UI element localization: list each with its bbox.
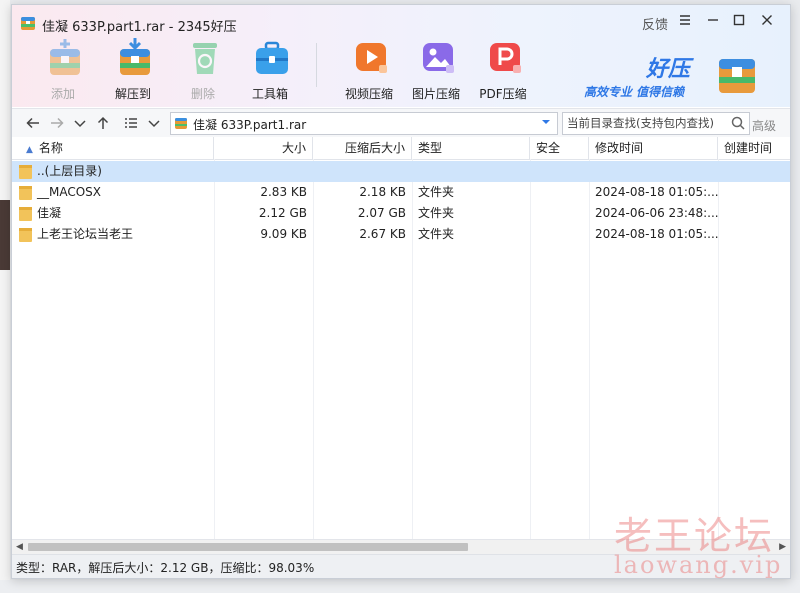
search-input[interactable] [567, 115, 717, 131]
status-text: 类型：RAR，解压后大小：2.12 GB，压缩比：98.03% [16, 561, 315, 575]
brand-slogan: 高效专业 值得信赖 [584, 85, 685, 99]
path-bar[interactable]: 佳凝 633P.part1.rar [170, 112, 558, 135]
table-row-parent-directory[interactable]: ..(上层目录) [12, 161, 790, 182]
image-compress-label: 图片压缩 [411, 87, 460, 101]
cell-packed-size: 2.18 KB [359, 185, 406, 199]
video-compress-label: 视频压缩 [344, 87, 393, 101]
add-archive-icon [50, 39, 80, 75]
cell-modified: 2024-06-06 23:48:... [595, 206, 718, 220]
cell-name: __MACOSX [37, 185, 102, 199]
cell-type: 文件夹 [418, 227, 455, 241]
table-row[interactable]: 佳凝 2.12 GB 2.07 GB 文件夹 2024-06-06 23:48:… [12, 203, 790, 224]
extract-to-button[interactable]: 解压到 [103, 35, 163, 103]
file-list: ▲ 名称 大小 压缩后大小 类型 安全 修改时间 创建时间 ..(上层目录) __… [12, 137, 790, 539]
maximize-icon [733, 14, 745, 26]
delete-button[interactable]: 删除 [173, 35, 233, 103]
path-dropdown-icon[interactable] [541, 117, 551, 127]
image-compress-icon [423, 43, 454, 73]
column-header-size[interactable]: 大小 [214, 137, 313, 159]
cell-type: 文件夹 [418, 206, 455, 220]
window-header: 佳凝 633P.part1.rar - 2345好压 反馈 添加 解压到 删除 … [12, 5, 790, 107]
pdf-compress-label: PDF压缩 [479, 87, 527, 101]
watermark-url: laowang.vip [614, 551, 783, 579]
scrollbar-thumb[interactable] [28, 543, 468, 551]
forward-arrow-icon[interactable] [49, 115, 65, 131]
minimize-icon [708, 19, 718, 21]
close-icon [762, 15, 772, 25]
feedback-link[interactable]: 反馈 [642, 14, 668, 33]
advanced-search-button[interactable]: 高级 [752, 117, 776, 134]
cell-size: 2.83 KB [260, 185, 307, 199]
cell-modified: 2024-08-18 01:05:... [595, 227, 718, 241]
scroll-left-icon[interactable]: ◀ [16, 542, 23, 552]
cell-packed-size: 2.07 GB [357, 206, 406, 220]
cell-name: ..(上层目录) [37, 164, 102, 178]
delete-recycle-icon [193, 43, 217, 74]
toolbox-icon [256, 41, 288, 74]
table-header: ▲ 名称 大小 压缩后大小 类型 安全 修改时间 创建时间 [12, 137, 790, 160]
pdf-compress-button[interactable]: PDF压缩 [473, 35, 533, 103]
rar-file-icon [175, 118, 187, 129]
up-directory-icon[interactable] [95, 115, 111, 131]
cell-modified: 2024-08-18 01:05:... [595, 185, 718, 199]
minimize-button[interactable] [702, 9, 724, 31]
image-compress-button[interactable]: 图片压缩 [406, 35, 466, 103]
cell-type: 文件夹 [418, 185, 455, 199]
sort-ascending-icon: ▲ [26, 145, 33, 155]
background-desktop-bottom [0, 580, 800, 593]
column-header-packed-size[interactable]: 压缩后大小 [313, 137, 412, 159]
menu-button[interactable] [674, 9, 696, 31]
column-header-created[interactable]: 创建时间 [718, 137, 790, 159]
cell-size: 2.12 GB [258, 206, 307, 220]
column-header-type[interactable]: 类型 [412, 137, 530, 159]
search-icon[interactable] [731, 116, 745, 130]
window-title: 佳凝 633P.part1.rar - 2345好压 [42, 20, 237, 35]
back-arrow-icon[interactable] [25, 115, 41, 131]
navigation-bar: 佳凝 633P.part1.rar 高级 [12, 108, 790, 138]
close-button[interactable] [756, 9, 778, 31]
toolbox-label: 工具箱 [251, 87, 288, 101]
pdf-compress-icon [490, 43, 521, 73]
view-mode-dropdown-icon[interactable] [146, 115, 162, 131]
delete-label: 删除 [190, 87, 215, 101]
video-compress-button[interactable]: 视频压缩 [339, 35, 399, 103]
archive-window: 佳凝 633P.part1.rar - 2345好压 反馈 添加 解压到 删除 … [11, 4, 791, 579]
brand-area: 好压 高效专业 值得信赖 [572, 49, 782, 101]
cell-name: 佳凝 [37, 206, 62, 220]
cell-size: 9.09 KB [260, 227, 307, 241]
maximize-button[interactable] [728, 9, 750, 31]
hamburger-icon [680, 15, 690, 25]
column-header-security[interactable]: 安全 [530, 137, 589, 159]
brand-logo-icon [719, 59, 755, 93]
brand-name: 好压 [646, 57, 691, 82]
column-name-label: 名称 [38, 141, 63, 155]
history-dropdown-icon[interactable] [72, 115, 88, 131]
view-mode-icon[interactable] [123, 115, 139, 131]
column-header-name[interactable]: ▲ 名称 [12, 137, 214, 159]
search-box [562, 112, 750, 135]
app-logo-icon [21, 17, 35, 30]
background-desktop-strip [0, 0, 10, 593]
cell-name: 上老王论坛当老王 [37, 227, 134, 241]
cell-packed-size: 2.67 KB [359, 227, 406, 241]
toolbar-separator [316, 43, 317, 87]
extract-to-icon [120, 38, 150, 75]
table-row[interactable]: 上老王论坛当老王 9.09 KB 2.67 KB 文件夹 2024-08-18 … [12, 224, 790, 245]
extract-to-label: 解压到 [114, 87, 151, 101]
add-button[interactable]: 添加 [33, 35, 93, 103]
table-row[interactable]: __MACOSX 2.83 KB 2.18 KB 文件夹 2024-08-18 … [12, 182, 790, 203]
current-path: 佳凝 633P.part1.rar [193, 118, 307, 132]
background-thumbnail [0, 200, 10, 270]
column-header-modified[interactable]: 修改时间 [589, 137, 718, 159]
video-compress-icon [356, 43, 387, 73]
add-label: 添加 [50, 87, 75, 101]
toolbox-button[interactable]: 工具箱 [240, 35, 300, 103]
